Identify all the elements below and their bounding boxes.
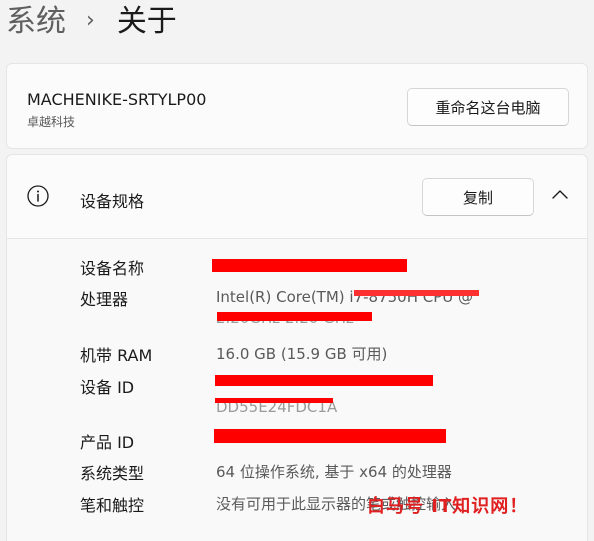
redaction-mark <box>212 259 407 272</box>
chevron-up-icon[interactable] <box>551 189 569 201</box>
spec-label-processor: 处理器 <box>80 290 129 309</box>
device-name: MACHENIKE-SRTYLP00 <box>27 90 207 109</box>
chevron-right-icon: › <box>86 8 95 33</box>
redaction-mark <box>215 398 333 403</box>
spec-label-product-id: 产品 ID <box>80 433 135 452</box>
spec-value-system-type: 64 位操作系统, 基于 x64 的处理器 <box>216 463 452 481</box>
device-subtitle: 卓越科技 <box>27 115 76 129</box>
spec-value-ram: 16.0 GB (15.9 GB 可用) <box>216 345 388 363</box>
device-specs-card: 设备规格 复制 设备名称 处理器 Intel(R) Core(TM) i7-87… <box>6 154 588 541</box>
device-specs-header[interactable]: 设备规格 复制 <box>7 155 587 239</box>
about-page: 系统 › 关于 MACHENIKE-SRTYLP00 卓越科技 重命名这台电脑 … <box>0 0 594 541</box>
rename-pc-button[interactable]: 重命名这台电脑 <box>407 88 569 126</box>
breadcrumb: 系统 › 关于 <box>6 0 177 44</box>
redaction-mark <box>215 375 433 386</box>
device-specs-title: 设备规格 <box>80 192 145 211</box>
spec-label-system-type: 系统类型 <box>80 464 145 483</box>
page-title: 关于 <box>116 4 177 39</box>
redaction-mark <box>217 312 372 321</box>
spec-label-pen-touch: 笔和触控 <box>80 496 145 515</box>
copy-button[interactable]: 复制 <box>422 178 534 216</box>
redaction-mark <box>354 290 479 296</box>
spec-label-device-id: 设备 ID <box>80 378 135 397</box>
spec-label-ram: 机带 RAM <box>80 346 153 365</box>
watermark: 白马号 IT知识网！ <box>367 496 529 517</box>
spec-label-device-name: 设备名称 <box>80 259 145 278</box>
info-circle-icon <box>27 185 49 207</box>
redaction-mark <box>214 429 446 443</box>
device-name-card: MACHENIKE-SRTYLP00 卓越科技 重命名这台电脑 <box>6 63 588 149</box>
breadcrumb-system-link[interactable]: 系统 <box>6 7 66 37</box>
